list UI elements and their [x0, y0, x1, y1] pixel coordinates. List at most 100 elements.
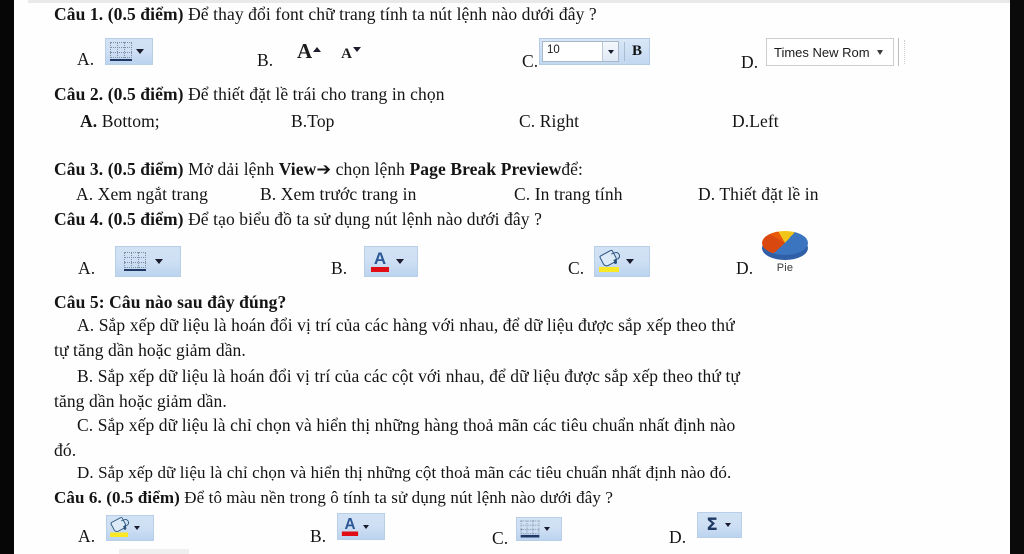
cau3-text-post: để:: [561, 159, 584, 179]
cau2-number: Câu 2.: [54, 84, 104, 104]
cau5-option-a-key: A.: [77, 315, 95, 335]
cau5-option-c-key: C.: [77, 415, 94, 435]
cau2-option-d[interactable]: D.Left: [732, 111, 779, 132]
font-color-glyph: A: [373, 248, 387, 268]
cau5-option-b-line1[interactable]: B. Sắp xếp dữ liệu là hoán đổi vị trí củ…: [77, 366, 740, 387]
cau6-text: Để tô màu nền trong ô tính ta sử dụng nú…: [184, 488, 613, 507]
cau2-option-b[interactable]: B.Top: [291, 111, 335, 132]
font-color-button-cau6-b[interactable]: A: [337, 513, 385, 540]
question-cau1-heading: Câu 1. (0.5 điểm) Để thay đổi font chữ t…: [54, 4, 597, 25]
cau3-text-pre: Mở dải lệnh: [188, 159, 279, 179]
chevron-down-icon[interactable]: [626, 259, 634, 264]
chevron-down-icon[interactable]: [363, 524, 369, 529]
cau2-option-a[interactable]: A. Bottom;: [80, 111, 160, 132]
cau5-option-b-text1: Sắp xếp dữ liệu là hoán đổi vị trí của c…: [97, 366, 740, 386]
cau3-option-c[interactable]: C. In trang tính: [514, 184, 623, 205]
fill-color-button-cau4-c[interactable]: [594, 246, 650, 277]
borders-icon: [110, 41, 132, 62]
cau1-option-b-key: B.: [257, 50, 274, 70]
cau1-number: Câu 1.: [54, 4, 104, 24]
font-color-icon: A: [341, 516, 359, 537]
font-size-input[interactable]: 10: [542, 41, 619, 62]
bold-button[interactable]: B: [630, 39, 649, 64]
fill-color-button-cau6-a[interactable]: [106, 515, 154, 541]
font-name-combo-cau1-d[interactable]: Times New Rom: [766, 38, 894, 66]
cau6-option-b-key: B.: [310, 526, 327, 546]
cau5-option-c-line2: đó.: [54, 440, 77, 460]
borders-button-cau4-a[interactable]: [115, 246, 181, 277]
autosum-button-cau6-d[interactable]: Σ: [697, 512, 742, 538]
cau6-option-a-key: A.: [78, 526, 96, 546]
cau5-option-c-text1: Sắp xếp dữ liệu là chỉ chọn và hiển thị …: [97, 415, 736, 435]
cau4-option-c-key: C.: [568, 258, 585, 278]
cau1-points: (0.5 điểm): [107, 4, 184, 24]
cau4-option-a-key: A.: [78, 258, 96, 278]
cau5-option-c-line1[interactable]: C. Sắp xếp dữ liệu là chỉ chọn và hiển t…: [77, 415, 735, 436]
chevron-down-icon[interactable]: [136, 49, 144, 54]
cau3-option-d-label: Thiết đặt lề in: [719, 184, 819, 204]
cau2-option-b-label: Top: [307, 111, 335, 131]
borders-button-cau1-a[interactable]: [105, 38, 153, 65]
question-cau2-heading: Câu 2. (0.5 điểm) Để thiết đặt lề trái c…: [54, 84, 445, 105]
cau6-number: Câu 6.: [54, 488, 102, 507]
cau3-option-a[interactable]: A. Xem ngắt trang: [76, 184, 208, 205]
cau5-option-a-line2: tự tăng dần hoặc giảm dần.: [54, 340, 246, 360]
cau5-option-d[interactable]: D. Sắp xếp dữ liệu là chỉ chọn và hiển t…: [77, 463, 731, 483]
cau6-points: (0.5 điểm): [106, 488, 180, 507]
cau4-option-b-key: B.: [331, 258, 348, 278]
chevron-down-icon[interactable]: [544, 527, 550, 531]
question-cau4-heading: Câu 4. (0.5 điểm) Để tạo biểu đồ ta sử d…: [54, 209, 542, 230]
cau5-option-a-line1[interactable]: A. Sắp xếp dữ liệu là hoán đổi vị trí củ…: [77, 315, 735, 336]
cau2-option-a-label: Bottom;: [101, 111, 160, 131]
cau3-number: Câu 3.: [54, 159, 104, 179]
cau2-option-b-key: B.: [291, 111, 308, 131]
cau5-option-b-key: B.: [77, 366, 94, 386]
chevron-down-icon[interactable]: [876, 49, 883, 55]
font-name-value: Times New Rom: [774, 44, 870, 60]
cau5-option-d-text1: Sắp xếp dữ liệu là chỉ chọn và hiển thị …: [98, 463, 732, 482]
cau3-option-b-key: B.: [260, 184, 277, 204]
cau1-option-c-key: C.: [522, 51, 539, 71]
chevron-down-icon: [607, 49, 614, 54]
toolbar-divider: [898, 38, 899, 66]
chevron-down-icon[interactable]: [134, 526, 140, 530]
exam-page: Câu 1. (0.5 điểm) Để thay đổi font chữ t…: [14, 0, 1010, 554]
increase-decrease-font-size-icon[interactable]: A A: [297, 39, 362, 64]
chevron-down-icon[interactable]: [396, 259, 404, 264]
triangle-down-icon: [353, 46, 362, 52]
cau3-option-a-label: Xem ngắt trang: [97, 184, 208, 204]
borders-icon: [124, 251, 146, 272]
cau4-number: Câu 4.: [54, 209, 104, 229]
borders-button-cau6-c[interactable]: [516, 517, 562, 541]
cau2-option-d-label: Left: [749, 111, 779, 131]
chevron-down-icon[interactable]: [155, 259, 163, 264]
font-color-button-cau4-b[interactable]: A: [364, 246, 418, 277]
cau3-option-d-key: D.: [698, 184, 716, 204]
font-size-dropdown-button[interactable]: [602, 42, 618, 61]
cau3-option-d[interactable]: D. Thiết đặt lề in: [698, 184, 819, 205]
cau2-option-a-key: A.: [80, 111, 98, 131]
cau5-option-d-key: D.: [77, 463, 94, 482]
toolbar-separator: [624, 42, 625, 61]
cau6-option-c-key: C.: [492, 528, 509, 548]
cau3-bold-pagebreak: Page Break Preview: [409, 159, 562, 179]
scan-right-edge: [1010, 0, 1024, 554]
cau1-option-d-key: D.: [741, 52, 759, 72]
font-color-icon: A: [370, 248, 390, 273]
chevron-down-icon[interactable]: [725, 523, 731, 527]
borders-icon: [520, 520, 540, 538]
cau4-points: (0.5 điểm): [107, 209, 184, 229]
font-size-value: 10: [547, 44, 560, 56]
cau1-option-a-key: A.: [77, 49, 95, 69]
fill-color-icon: [598, 248, 622, 273]
pie-chart-button-cau4-d[interactable]: Pie: [759, 230, 811, 274]
cau3-bold-view: View: [278, 159, 317, 179]
font-size-combo-cau1-c[interactable]: 10 B: [539, 38, 650, 65]
cau2-option-c[interactable]: C. Right: [519, 111, 579, 132]
cau5-option-a-text1: Sắp xếp dữ liệu là hoán đổi vị trí của c…: [98, 315, 735, 335]
cau2-points: (0.5 điểm): [107, 84, 184, 104]
cau3-option-b[interactable]: B. Xem trước trang in: [260, 184, 416, 205]
cau4-option-d-key: D.: [736, 258, 754, 278]
cau3-option-c-label: In trang tính: [534, 184, 623, 204]
cau6-option-d-key: D.: [669, 527, 687, 547]
